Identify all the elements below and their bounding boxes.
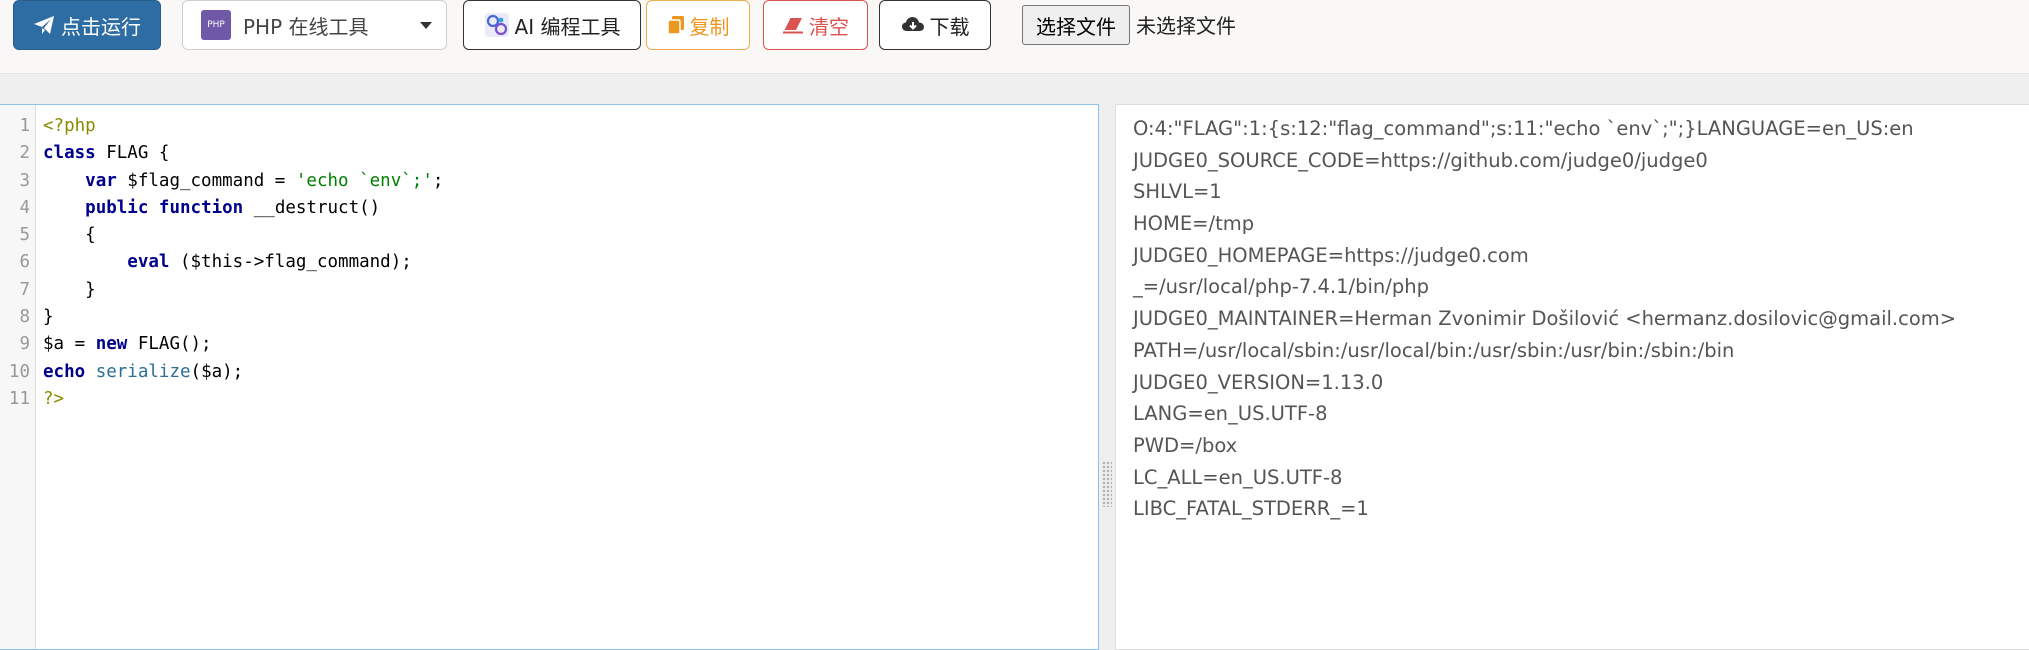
code-line[interactable]: } <box>43 277 443 304</box>
output-line: PATH=/usr/local/sbin:/usr/local/bin:/usr… <box>1133 338 1735 362</box>
code-token: __destruct() <box>243 197 381 218</box>
line-number: 7 <box>19 279 30 300</box>
output-line: LIBC_FATAL_STDERR_=1 <box>1133 497 1369 521</box>
code-token: new <box>95 334 128 355</box>
language-select-value: PHP 在线工具 <box>243 14 369 39</box>
code-token: public <box>85 197 149 218</box>
ai-tools-button-label: AI 编程工具 <box>514 14 621 39</box>
code-token: var <box>85 170 117 191</box>
chevron-down-icon <box>420 22 432 29</box>
line-number: 9 <box>19 334 30 355</box>
ai-tools-button[interactable]: AI 编程工具 <box>463 0 641 50</box>
clear-button-label: 清空 <box>809 14 849 39</box>
run-button[interactable]: 点击运行 <box>13 0 161 50</box>
code-line[interactable]: class FLAG { <box>43 140 443 167</box>
clear-button[interactable]: 清空 <box>763 0 868 50</box>
code-content[interactable]: <?php class FLAG { var $flag_command = 'e… <box>43 113 443 413</box>
code-token: <?php <box>43 116 96 136</box>
line-number: 2 <box>19 143 30 164</box>
code-token: } <box>43 307 54 328</box>
code-line[interactable]: eval ($this->flag_command); <box>43 249 443 276</box>
code-line[interactable]: <?php <box>43 113 443 140</box>
code-token: $flag_command = <box>116 170 296 191</box>
output-line: _=/usr/local/php-7.4.1/bin/php <box>1133 275 1429 299</box>
output-line: LC_ALL=en_US.UTF-8 <box>1133 465 1343 489</box>
line-number: 10 <box>8 361 30 382</box>
line-number: 1 <box>19 116 30 136</box>
code-token: FLAG(); <box>127 334 212 355</box>
paper-plane-icon <box>33 15 55 35</box>
code-token: echo <box>43 361 86 382</box>
output-line: JUDGE0_VERSION=1.13.0 <box>1133 370 1384 394</box>
pane-splitter[interactable] <box>1099 104 1115 650</box>
output-line: PWD=/box <box>1133 433 1238 457</box>
code-token: ($a); <box>190 361 244 382</box>
code-line[interactable]: $a = new FLAG(); <box>43 331 443 358</box>
line-number: 4 <box>19 197 30 218</box>
code-token: class <box>43 143 96 164</box>
code-token: { <box>43 225 96 246</box>
eraser-icon <box>782 16 804 34</box>
download-button-label: 下载 <box>929 14 970 39</box>
line-numbers: 1 2 3 4 5 6 7 8 9 10 11 <box>0 113 30 413</box>
output-line: SHLVL=1 <box>1133 180 1222 204</box>
output-line: HOME=/tmp <box>1133 212 1255 236</box>
cloud-download-icon <box>901 15 925 35</box>
code-token: serialize <box>95 361 191 382</box>
ai-logo-icon <box>484 12 510 38</box>
download-button[interactable]: 下载 <box>879 0 991 50</box>
code-token: function <box>158 197 244 218</box>
toolbar-spacer <box>0 74 2029 104</box>
output-line: JUDGE0_SOURCE_CODE=https://github.com/ju… <box>1133 148 1708 172</box>
code-editor[interactable]: 1 2 3 4 5 6 7 8 9 10 11 <?php class FLAG { var $fla… <box>0 104 1099 650</box>
copy-button[interactable]: 复制 <box>646 0 750 50</box>
code-line[interactable]: var $flag_command = 'echo `env`;'; <box>43 168 443 195</box>
code-line[interactable]: ?> <box>43 386 443 413</box>
language-select[interactable]: PHP PHP 在线工具 <box>182 0 447 50</box>
output-line: O:4:"FLAG":1:{s:12:"flag_command";s:11:"… <box>1133 117 1914 140</box>
code-token: $a = <box>43 334 96 355</box>
output-line: LANG=en_US.UTF-8 <box>1133 402 1328 426</box>
code-line[interactable]: echo serialize($a); <box>43 359 443 386</box>
output-line: JUDGE0_HOMEPAGE=https://judge0.com <box>1133 243 1529 267</box>
line-number: 11 <box>8 388 30 409</box>
choose-file-button[interactable]: 选择文件 <box>1022 5 1130 45</box>
output-panel: O:4:"FLAG":1:{s:12:"flag_command";s:11:"… <box>1115 104 2029 650</box>
line-number: 6 <box>19 252 30 273</box>
toolbar: 点击运行 PHP PHP 在线工具 AI 编程工具 复制 清空 下载 选择文件 … <box>0 0 2029 74</box>
line-number: 3 <box>19 170 30 191</box>
output-line: JUDGE0_MAINTAINER=Herman Zvonimir Došilo… <box>1133 307 1957 331</box>
code-token: eval <box>127 252 170 273</box>
code-line[interactable]: { <box>43 222 443 249</box>
copy-icon <box>666 15 685 35</box>
output-text: O:4:"FLAG":1:{s:12:"flag_command";s:11:"… <box>1133 113 1956 525</box>
code-token: ?> <box>43 388 65 409</box>
code-token: FLAG { <box>95 143 170 164</box>
copy-button-label: 复制 <box>689 14 730 39</box>
line-number: 8 <box>19 307 30 328</box>
php-logo-icon: PHP <box>201 10 231 40</box>
code-token: ($this->flag_command); <box>169 252 412 273</box>
run-button-label: 点击运行 <box>61 14 141 39</box>
line-number: 5 <box>19 225 30 246</box>
code-line[interactable]: } <box>43 304 443 331</box>
code-token: } <box>43 279 96 300</box>
code-line[interactable]: public function __destruct() <box>43 195 443 222</box>
code-token: ; <box>432 170 444 191</box>
file-status-text: 未选择文件 <box>1136 14 1236 38</box>
resize-grip-icon[interactable] <box>1102 461 1112 507</box>
code-token: 'echo `env`;' <box>295 170 433 191</box>
